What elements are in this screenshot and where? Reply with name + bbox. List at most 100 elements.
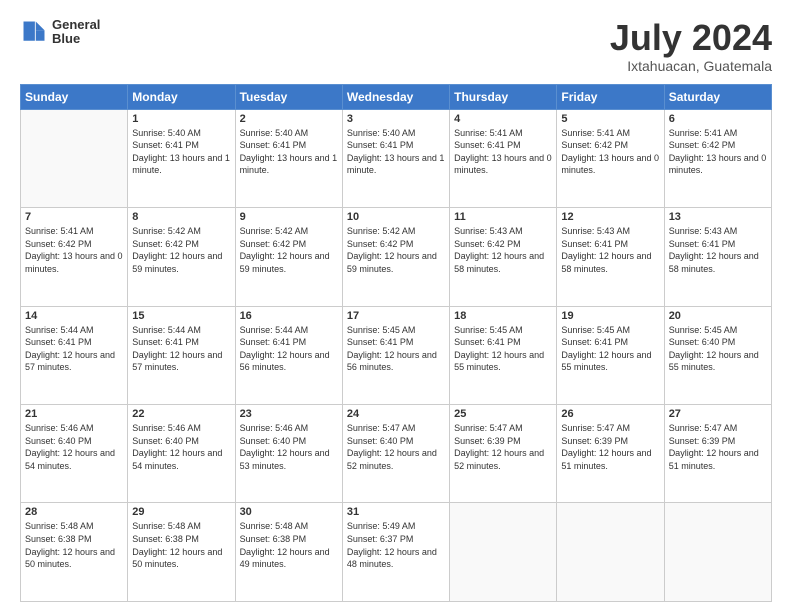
day-number: 5 (561, 113, 659, 125)
day-number: 27 (669, 408, 767, 420)
day-info: Sunrise: 5:41 AMSunset: 6:42 PMDaylight:… (669, 127, 767, 177)
calendar-cell: 7 Sunrise: 5:41 AMSunset: 6:42 PMDaylight… (21, 208, 128, 306)
calendar-cell: 1 Sunrise: 5:40 AMSunset: 6:41 PMDaylight… (128, 109, 235, 207)
calendar-cell: 22 Sunrise: 5:46 AMSunset: 6:40 PMDayligh… (128, 405, 235, 503)
day-info: Sunrise: 5:40 AMSunset: 6:41 PMDaylight:… (347, 127, 445, 177)
calendar-cell: 19 Sunrise: 5:45 AMSunset: 6:41 PMDayligh… (557, 306, 664, 404)
calendar-week-row: 14 Sunrise: 5:44 AMSunset: 6:41 PMDayligh… (21, 306, 772, 404)
day-number: 19 (561, 310, 659, 322)
calendar-cell: 15 Sunrise: 5:44 AMSunset: 6:41 PMDayligh… (128, 306, 235, 404)
calendar-cell: 17 Sunrise: 5:45 AMSunset: 6:41 PMDayligh… (342, 306, 449, 404)
calendar-cell: 26 Sunrise: 5:47 AMSunset: 6:39 PMDayligh… (557, 405, 664, 503)
day-info: Sunrise: 5:46 AMSunset: 6:40 PMDaylight:… (240, 422, 338, 472)
calendar-cell: 12 Sunrise: 5:43 AMSunset: 6:41 PMDayligh… (557, 208, 664, 306)
calendar-header-row: SundayMondayTuesdayWednesdayThursdayFrid… (21, 84, 772, 109)
day-info: Sunrise: 5:48 AMSunset: 6:38 PMDaylight:… (25, 520, 123, 570)
day-number: 10 (347, 211, 445, 223)
day-number: 24 (347, 408, 445, 420)
day-info: Sunrise: 5:46 AMSunset: 6:40 PMDaylight:… (132, 422, 230, 472)
day-number: 31 (347, 506, 445, 518)
day-info: Sunrise: 5:47 AMSunset: 6:39 PMDaylight:… (561, 422, 659, 472)
calendar-cell: 18Sunrise: 5:45 AMSunset: 6:41 PMDayligh… (450, 306, 557, 404)
day-header-tuesday: Tuesday (235, 84, 342, 109)
day-number: 17 (347, 310, 445, 322)
day-info: Sunrise: 5:47 AMSunset: 6:40 PMDaylight:… (347, 422, 445, 472)
day-header-wednesday: Wednesday (342, 84, 449, 109)
day-info: Sunrise: 5:42 AMSunset: 6:42 PMDaylight:… (347, 225, 445, 275)
day-info: Sunrise: 5:49 AMSunset: 6:37 PMDaylight:… (347, 520, 445, 570)
day-info: Sunrise: 5:42 AMSunset: 6:42 PMDaylight:… (132, 225, 230, 275)
day-info: Sunrise: 5:41 AMSunset: 6:41 PMDaylight:… (454, 127, 552, 177)
day-info: Sunrise: 5:44 AMSunset: 6:41 PMDaylight:… (25, 324, 123, 374)
calendar-cell: 11Sunrise: 5:43 AMSunset: 6:42 PMDayligh… (450, 208, 557, 306)
page: General Blue July 2024 Ixtahuacan, Guate… (0, 0, 792, 612)
day-number: 16 (240, 310, 338, 322)
day-info: Sunrise: 5:41 AMSunset: 6:42 PMDaylight:… (561, 127, 659, 177)
day-header-sunday: Sunday (21, 84, 128, 109)
day-number: 3 (347, 113, 445, 125)
day-info: Sunrise: 5:40 AMSunset: 6:41 PMDaylight:… (132, 127, 230, 177)
logo-icon (20, 18, 48, 46)
calendar-week-row: 7 Sunrise: 5:41 AMSunset: 6:42 PMDaylight… (21, 208, 772, 306)
day-info: Sunrise: 5:48 AMSunset: 6:38 PMDaylight:… (240, 520, 338, 570)
calendar-cell: 25 Sunrise: 5:47 AMSunset: 6:39 PMDayligh… (450, 405, 557, 503)
day-header-friday: Friday (557, 84, 664, 109)
day-number: 29 (132, 506, 230, 518)
day-info: Sunrise: 5:45 AMSunset: 6:41 PMDaylight:… (347, 324, 445, 374)
day-header-monday: Monday (128, 84, 235, 109)
day-info: Sunrise: 5:43 AMSunset: 6:42 PMDaylight:… (454, 225, 552, 275)
logo-line1: General (52, 18, 100, 32)
calendar-cell: 6Sunrise: 5:41 AMSunset: 6:42 PMDaylight… (664, 109, 771, 207)
calendar-cell: 21 Sunrise: 5:46 AMSunset: 6:40 PMDayligh… (21, 405, 128, 503)
logo: General Blue (20, 18, 100, 47)
calendar-cell: 9Sunrise: 5:42 AMSunset: 6:42 PMDaylight… (235, 208, 342, 306)
day-info: Sunrise: 5:45 AMSunset: 6:41 PMDaylight:… (561, 324, 659, 374)
calendar-cell (450, 503, 557, 602)
calendar-cell (21, 109, 128, 207)
day-number: 20 (669, 310, 767, 322)
calendar-cell: 23 Sunrise: 5:46 AMSunset: 6:40 PMDayligh… (235, 405, 342, 503)
day-number: 26 (561, 408, 659, 420)
calendar-cell (557, 503, 664, 602)
title-area: July 2024 Ixtahuacan, Guatemala (610, 18, 772, 74)
day-number: 4 (454, 113, 552, 125)
calendar-cell: 3 Sunrise: 5:40 AMSunset: 6:41 PMDaylight… (342, 109, 449, 207)
day-info: Sunrise: 5:41 AMSunset: 6:42 PMDaylight:… (25, 225, 123, 275)
day-header-thursday: Thursday (450, 84, 557, 109)
calendar-table: SundayMondayTuesdayWednesdayThursdayFrid… (20, 84, 772, 602)
calendar-cell: 13Sunrise: 5:43 AMSunset: 6:41 PMDayligh… (664, 208, 771, 306)
day-header-saturday: Saturday (664, 84, 771, 109)
calendar-cell: 29 Sunrise: 5:48 AMSunset: 6:38 PMDayligh… (128, 503, 235, 602)
calendar-cell: 10 Sunrise: 5:42 AMSunset: 6:42 PMDayligh… (342, 208, 449, 306)
day-info: Sunrise: 5:43 AMSunset: 6:41 PMDaylight:… (561, 225, 659, 275)
main-title: July 2024 (610, 18, 772, 58)
day-number: 18 (454, 310, 552, 322)
day-info: Sunrise: 5:47 AMSunset: 6:39 PMDaylight:… (454, 422, 552, 472)
logo-text: General Blue (52, 18, 100, 47)
logo-line2: Blue (52, 32, 100, 46)
day-info: Sunrise: 5:48 AMSunset: 6:38 PMDaylight:… (132, 520, 230, 570)
day-info: Sunrise: 5:45 AMSunset: 6:40 PMDaylight:… (669, 324, 767, 374)
day-number: 28 (25, 506, 123, 518)
calendar-cell: 30 Sunrise: 5:48 AMSunset: 6:38 PMDayligh… (235, 503, 342, 602)
day-info: Sunrise: 5:44 AMSunset: 6:41 PMDaylight:… (240, 324, 338, 374)
calendar-cell: 24 Sunrise: 5:47 AMSunset: 6:40 PMDayligh… (342, 405, 449, 503)
day-number: 1 (132, 113, 230, 125)
day-info: Sunrise: 5:44 AMSunset: 6:41 PMDaylight:… (132, 324, 230, 374)
calendar-cell: 5 Sunrise: 5:41 AMSunset: 6:42 PMDaylight… (557, 109, 664, 207)
day-number: 21 (25, 408, 123, 420)
day-number: 12 (561, 211, 659, 223)
day-info: Sunrise: 5:46 AMSunset: 6:40 PMDaylight:… (25, 422, 123, 472)
calendar-cell: 8Sunrise: 5:42 AMSunset: 6:42 PMDaylight… (128, 208, 235, 306)
day-info: Sunrise: 5:43 AMSunset: 6:41 PMDaylight:… (669, 225, 767, 275)
day-number: 22 (132, 408, 230, 420)
day-number: 14 (25, 310, 123, 322)
day-number: 15 (132, 310, 230, 322)
calendar-cell: 14 Sunrise: 5:44 AMSunset: 6:41 PMDayligh… (21, 306, 128, 404)
day-number: 7 (25, 211, 123, 223)
day-number: 30 (240, 506, 338, 518)
calendar-cell: 20 Sunrise: 5:45 AMSunset: 6:40 PMDayligh… (664, 306, 771, 404)
header: General Blue July 2024 Ixtahuacan, Guate… (20, 18, 772, 74)
day-number: 23 (240, 408, 338, 420)
day-number: 25 (454, 408, 552, 420)
